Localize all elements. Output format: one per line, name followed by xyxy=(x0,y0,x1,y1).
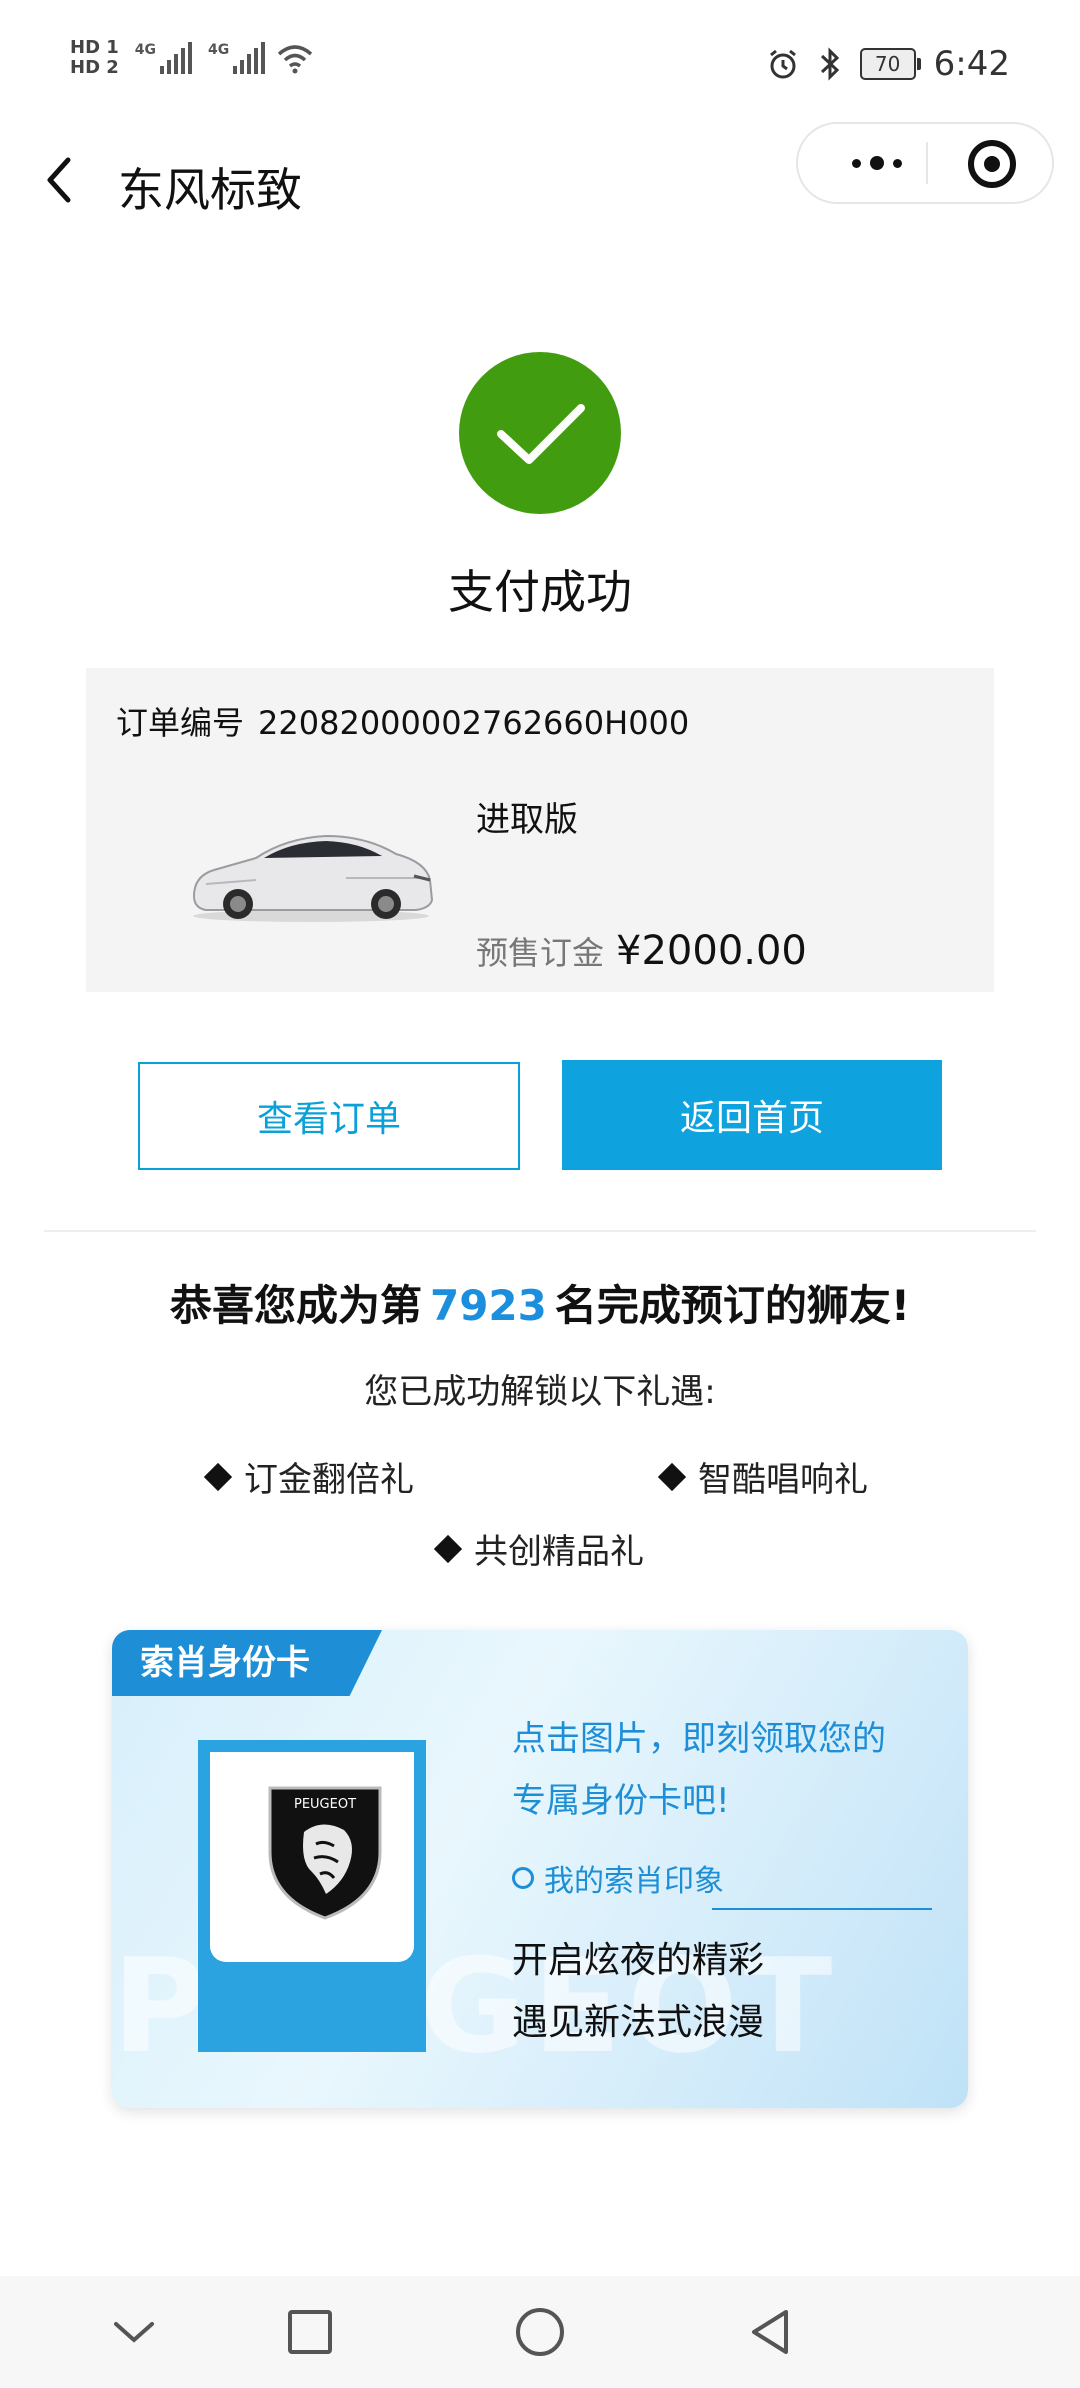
capsule-divider xyxy=(926,142,928,184)
order-number-value: 22082000002762660H000 xyxy=(258,704,690,742)
gift-item: 智酷唱响礼 xyxy=(657,1452,868,1501)
banner-cta-line2: 专属身份卡吧! xyxy=(512,1781,730,1821)
system-nav-bar xyxy=(0,2276,1080,2388)
hd-indicator: HD 1 HD 2 xyxy=(70,38,119,78)
chevron-left-icon[interactable] xyxy=(38,140,98,220)
triangle-back-icon[interactable] xyxy=(742,2304,798,2360)
signal-icon-2: 4G xyxy=(208,42,266,74)
gift-label: 共创精品礼 xyxy=(474,1532,644,1572)
car-trim: 进取版 xyxy=(476,800,578,840)
order-number-row: 订单编号 22082000002762660H000 xyxy=(116,698,689,744)
order-card: 订单编号 22082000002762660H000 进取版 预售订金 ¥2000… xyxy=(86,668,994,992)
unlock-text: 您已成功解锁以下礼遇: xyxy=(364,1372,716,1412)
status-bar: HD 1 HD 2 4G 4G 70 6:42 xyxy=(0,0,1080,130)
square-icon[interactable] xyxy=(282,2304,338,2360)
bluetooth-icon xyxy=(820,47,839,81)
network-type-1: 4G xyxy=(134,42,157,58)
status-right: 70 6:42 xyxy=(766,44,1010,84)
tagline-line2: 遇见新法式浪漫 xyxy=(512,2002,765,2043)
check-icon xyxy=(497,404,585,464)
deposit-row: 预售订金 ¥2000.00 xyxy=(476,928,807,974)
hd1-label: HD 1 xyxy=(70,37,119,58)
id-card-image: PEUGEOT xyxy=(198,1740,426,2052)
svg-text:PEUGEOT: PEUGEOT xyxy=(294,1797,356,1812)
impression-underline xyxy=(712,1908,932,1910)
divider xyxy=(44,1230,1036,1232)
impression-label: 我的索肖印象 xyxy=(512,1856,724,1900)
gift-label: 订金翻倍礼 xyxy=(244,1460,414,1500)
battery-icon: 70 xyxy=(859,48,921,80)
order-number-label: 订单编号 xyxy=(116,704,245,742)
miniprogram-capsule xyxy=(796,122,1054,204)
success-title: 支付成功 xyxy=(448,565,632,619)
circle-icon[interactable] xyxy=(512,2304,568,2360)
diamond-icon xyxy=(657,1462,687,1491)
status-left: HD 1 HD 2 4G 4G xyxy=(70,38,315,78)
deposit-amount: ¥2000.00 xyxy=(616,928,807,974)
page-title: 东风标致 xyxy=(118,163,302,217)
success-check-icon xyxy=(459,352,621,514)
deposit-label: 预售订金 xyxy=(476,934,605,972)
banner-tag: 索肖身份卡 xyxy=(112,1630,382,1696)
network-type-2: 4G xyxy=(208,42,230,58)
wifi-icon xyxy=(278,45,313,74)
alarm-icon xyxy=(769,49,796,79)
congrats-prefix: 恭喜您成为第 xyxy=(169,1281,422,1330)
diamond-icon xyxy=(433,1534,463,1563)
rank-number: 7923 xyxy=(429,1281,547,1330)
impression-text: 我的索肖印象 xyxy=(544,1864,724,1899)
peugeot-logo-icon: PEUGEOT xyxy=(268,1786,382,1920)
clock: 6:42 xyxy=(933,44,1010,84)
gift-label: 智酷唱响礼 xyxy=(698,1460,868,1500)
signal-icon: 4G xyxy=(134,42,193,74)
id-card-banner[interactable]: PEUGEOT 索肖身份卡 PEUGEOT 点击图片，即刻领取您的 专属身份卡吧… xyxy=(112,1630,968,2108)
banner-tagline: 开启炫夜的精彩 遇见新法式浪漫 xyxy=(512,1930,764,2054)
back-home-button[interactable]: 返回首页 xyxy=(562,1060,942,1170)
car-image xyxy=(192,834,434,922)
gift-item: 共创精品礼 xyxy=(433,1524,644,1573)
congrats-suffix: 名完成预订的狮友! xyxy=(554,1281,911,1330)
view-order-button[interactable]: 查看订单 xyxy=(138,1062,520,1170)
search-icon xyxy=(512,1867,534,1889)
banner-cta: 点击图片，即刻领取您的 专属身份卡吧! xyxy=(512,1708,932,1832)
more-dots-icon[interactable] xyxy=(832,124,922,202)
diamond-icon xyxy=(203,1462,233,1491)
tagline-line1: 开启炫夜的精彩 xyxy=(512,1940,765,1981)
gift-item: 订金翻倍礼 xyxy=(203,1452,414,1501)
chevron-down-icon[interactable] xyxy=(106,2304,162,2360)
id-card-face: PEUGEOT xyxy=(210,1752,414,1962)
target-icon[interactable] xyxy=(968,140,1016,188)
congrats-text: 恭喜您成为第 7923 名完成预订的狮友! xyxy=(0,1272,1080,1333)
hd2-label: HD 2 xyxy=(70,57,119,78)
banner-cta-line1: 点击图片，即刻领取您的 xyxy=(512,1719,886,1759)
